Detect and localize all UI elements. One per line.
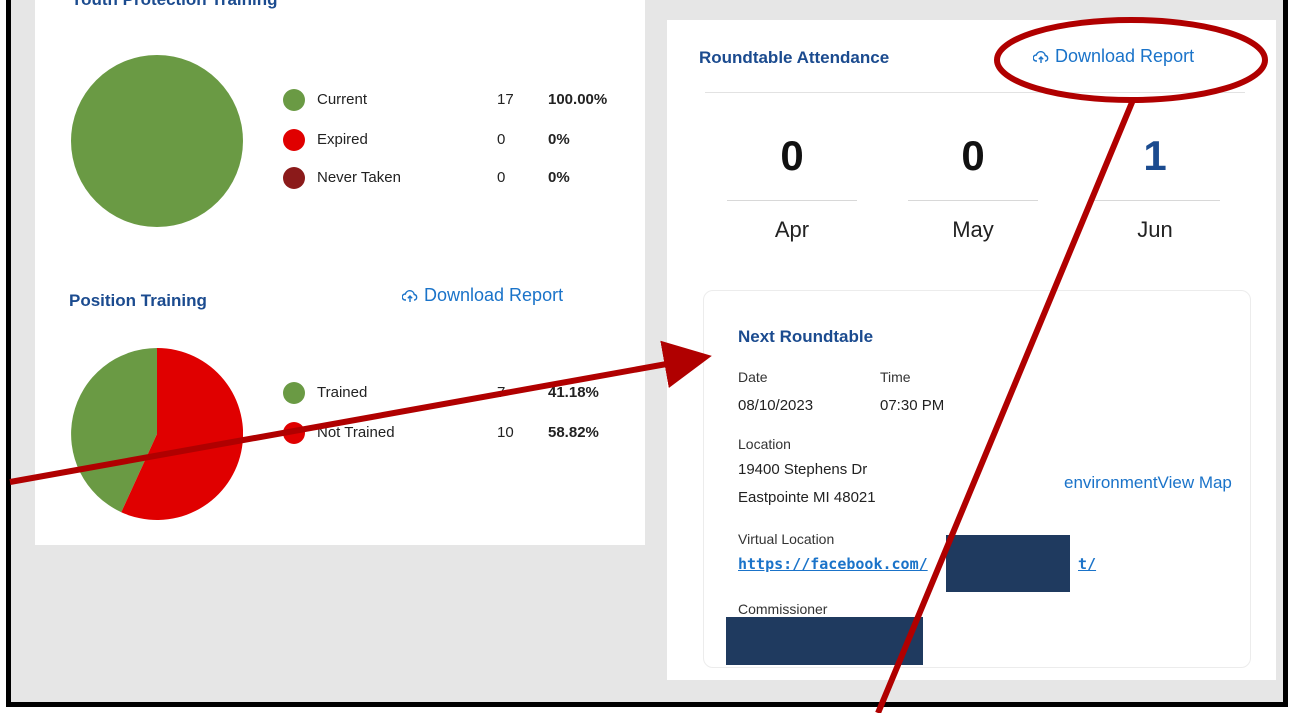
legend-label: Current xyxy=(317,91,368,108)
legend-row-current: Current 17 100.00% xyxy=(283,88,643,112)
legend-count: 17 xyxy=(497,91,514,108)
address-line-2: Eastpointe MI 48021 xyxy=(738,489,876,506)
virtual-location-label: Virtual Location xyxy=(738,531,835,547)
header-divider xyxy=(705,92,1245,93)
stat-month: Apr xyxy=(774,217,810,242)
legend-label: Not Trained xyxy=(317,424,395,441)
stat-value: 0 xyxy=(961,132,985,179)
stat-divider xyxy=(1090,200,1220,201)
roundtable-download-report-link[interactable]: Download Report xyxy=(1033,46,1194,67)
roundtable-attendance-title: Roundtable Attendance xyxy=(699,48,890,67)
download-report-label: Download Report xyxy=(424,285,564,305)
legend-count: 7 xyxy=(497,384,506,401)
time-label: Time xyxy=(880,369,911,385)
virtual-location-link-tail[interactable]: t/ xyxy=(1078,555,1096,573)
legend-label: Trained xyxy=(317,384,368,401)
youth-protection-title: Youth Protection Training xyxy=(71,0,278,10)
stat-month: May xyxy=(952,217,994,242)
legend-count: 0 xyxy=(497,131,506,148)
legend-row-expired: Expired 0 0% xyxy=(283,128,643,152)
legend-percent: 0% xyxy=(548,169,570,186)
redaction-box xyxy=(726,617,923,665)
redaction-box xyxy=(946,535,1070,592)
legend-count: 0 xyxy=(497,169,506,186)
position-training-title: Position Training xyxy=(69,291,207,310)
position-download-report-link[interactable]: Download Report xyxy=(402,285,563,306)
virtual-location-link[interactable]: https://facebook.com/ xyxy=(738,555,928,573)
legend-label: Never Taken xyxy=(317,169,401,186)
cloud-download-icon xyxy=(1033,50,1049,63)
stat-month: Jun xyxy=(1137,217,1173,242)
legend-percent: 41.18% xyxy=(548,384,599,401)
stat-divider xyxy=(908,200,1038,201)
stat-april: 0 Apr xyxy=(727,132,857,243)
legend-percent: 58.82% xyxy=(548,424,599,441)
legend-dot-expired xyxy=(283,129,305,151)
time-value: 07:30 PM xyxy=(880,397,945,414)
legend-row-never-taken: Never Taken 0 0% xyxy=(283,166,643,190)
stat-may: 0 May xyxy=(908,132,1038,243)
date-value: 08/10/2023 xyxy=(738,397,814,414)
view-map-link[interactable]: environmentView Map xyxy=(1064,473,1232,493)
download-report-label: Download Report xyxy=(1055,46,1195,66)
legend-dot-current xyxy=(283,89,305,111)
next-roundtable-title: Next Roundtable xyxy=(738,327,874,346)
address-line-1: 19400 Stephens Dr xyxy=(738,461,868,478)
legend-dot-not-trained xyxy=(283,422,305,444)
training-card: Youth Protection Training Current 17 100… xyxy=(35,0,645,545)
legend-percent: 100.00% xyxy=(548,91,608,108)
legend-label: Expired xyxy=(317,131,368,148)
location-label: Location xyxy=(738,436,791,452)
stat-divider xyxy=(727,200,857,201)
legend-dot-trained xyxy=(283,382,305,404)
legend-dot-never-taken xyxy=(283,167,305,189)
date-label: Date xyxy=(738,369,768,385)
stat-june: 1 Jun xyxy=(1090,132,1220,243)
stat-value: 1 xyxy=(1143,132,1167,179)
youth-protection-pie xyxy=(71,55,243,227)
next-roundtable-card: Next Roundtable Date 08/10/2023 Time 07:… xyxy=(703,290,1251,668)
screenshot-frame: Youth Protection Training Current 17 100… xyxy=(6,0,1288,707)
legend-row-trained: Trained 7 41.18% xyxy=(283,381,643,405)
legend-row-not-trained: Not Trained 10 58.82% xyxy=(283,421,643,445)
position-training-pie xyxy=(71,348,243,520)
legend-count: 10 xyxy=(497,424,514,441)
pie-slice-current xyxy=(71,55,243,227)
cloud-download-icon xyxy=(402,289,418,302)
stat-value: 0 xyxy=(780,132,804,179)
commissioner-label: Commissioner xyxy=(738,601,828,617)
legend-percent: 0% xyxy=(548,131,570,148)
